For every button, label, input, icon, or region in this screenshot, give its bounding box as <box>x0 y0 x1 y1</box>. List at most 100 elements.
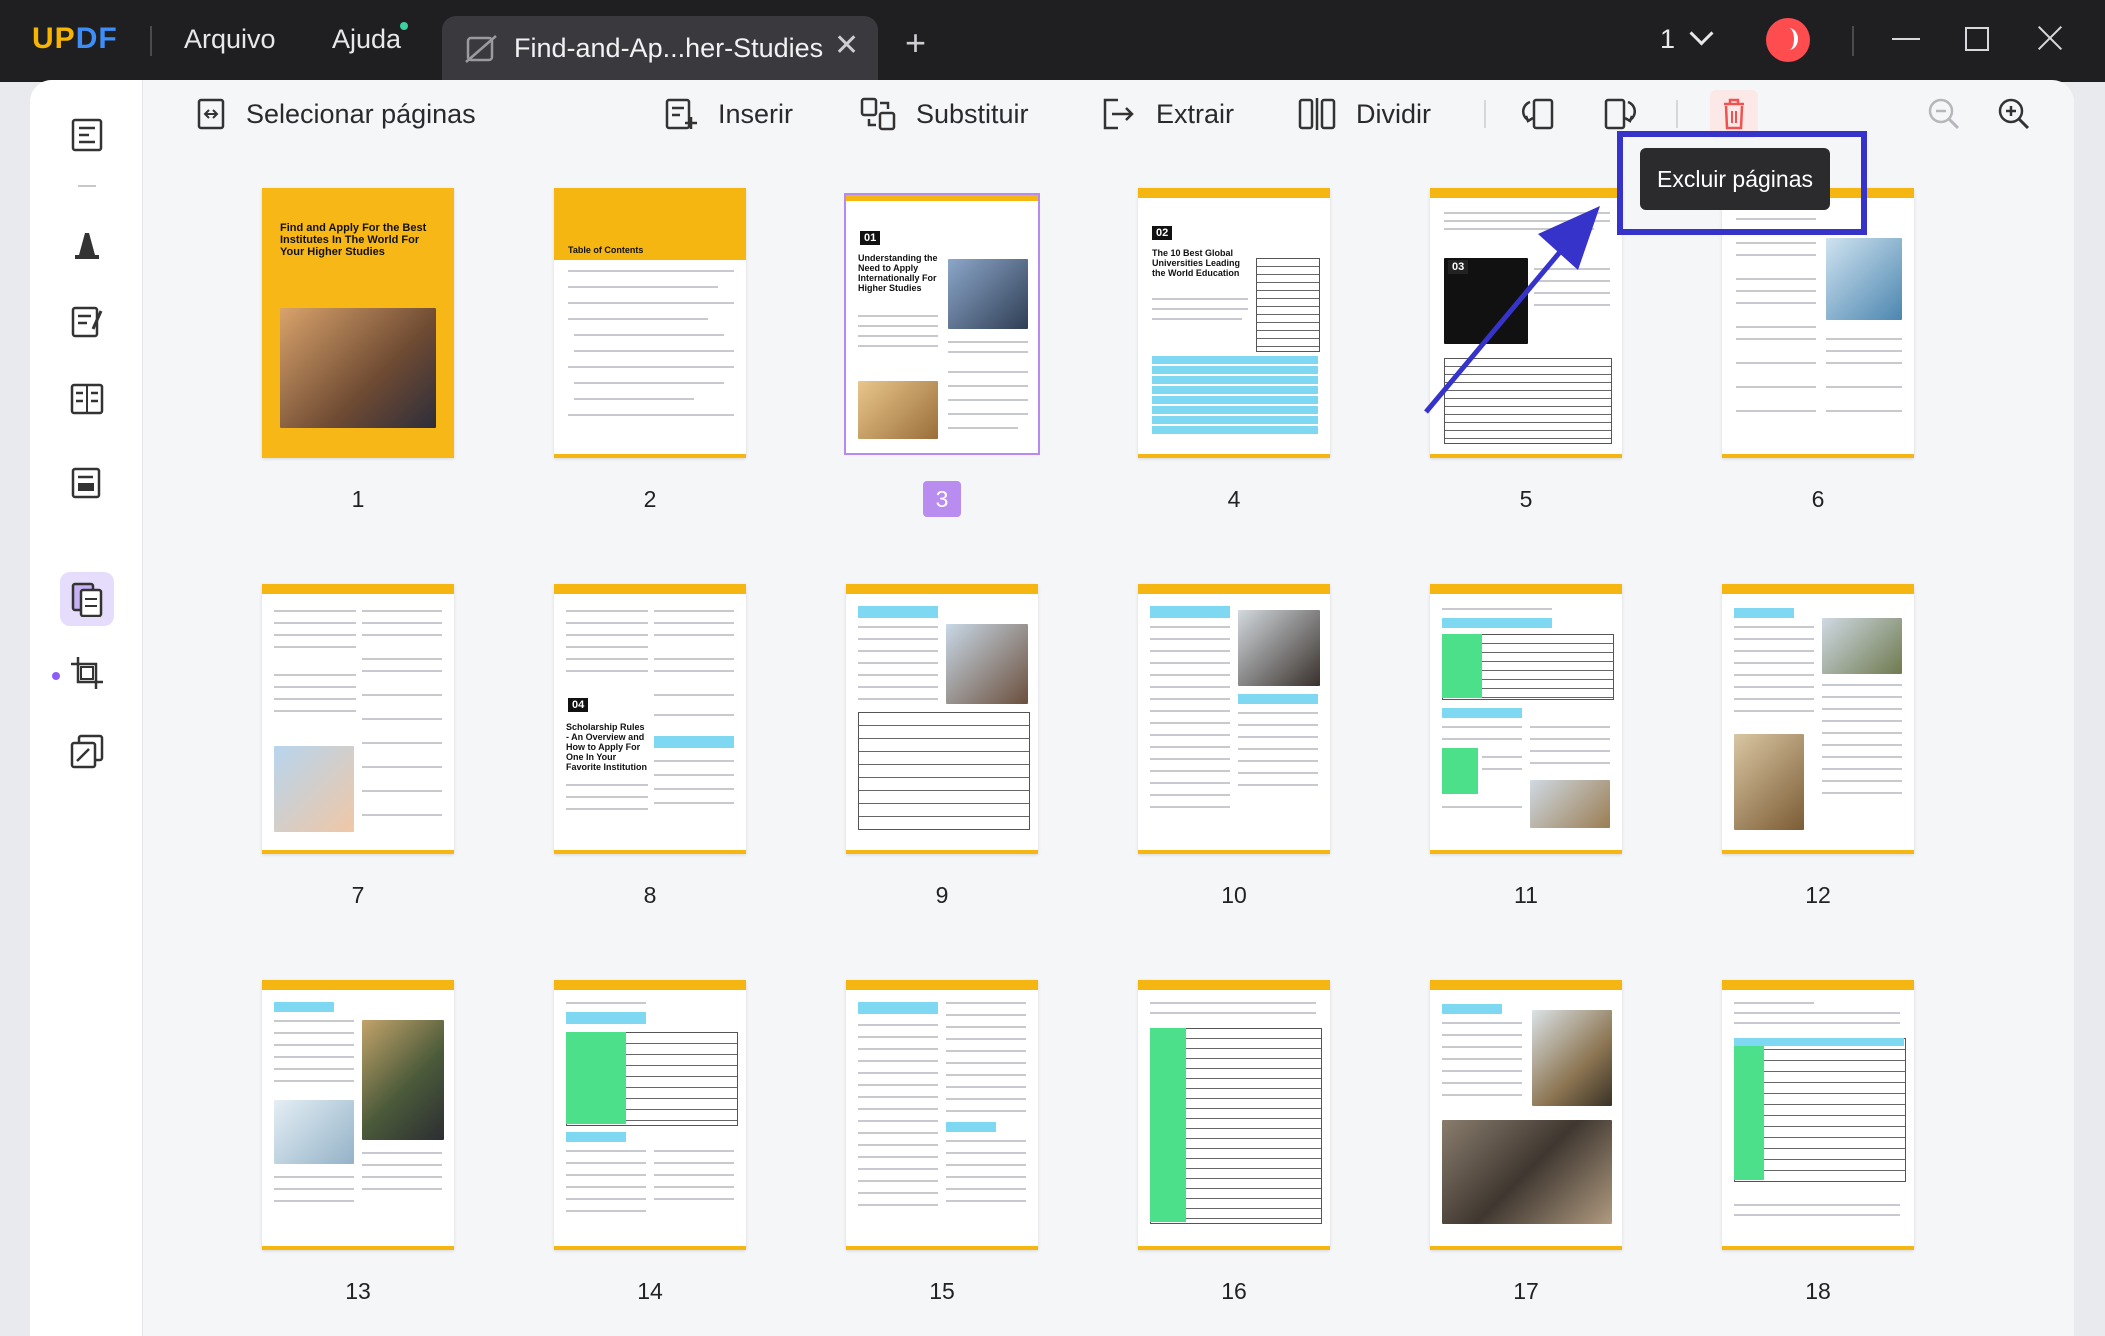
toolbar-divider <box>1676 100 1678 128</box>
page-photo <box>274 1100 354 1164</box>
insert-label: Inserir <box>718 98 794 129</box>
page-dropdown[interactable]: 1 <box>1660 21 1714 55</box>
replace-label: Substituir <box>916 98 1029 129</box>
extract-label: Extrair <box>1156 98 1235 129</box>
page-photo <box>1532 1010 1612 1106</box>
rotate-left-icon <box>1521 98 1554 130</box>
document-edit-icon <box>464 32 498 71</box>
page-number: 2 <box>643 486 657 512</box>
notification-dot <box>400 22 408 30</box>
insert-button[interactable]: Inserir <box>664 92 793 136</box>
page-title: The 10 Best Global Universities Leading … <box>1152 248 1241 278</box>
page-number: 8 <box>643 882 657 908</box>
page-number: 12 <box>1805 882 1831 908</box>
highlight-box <box>1617 131 1867 235</box>
page-thumbnail[interactable] <box>262 584 454 854</box>
page-number: 16 <box>1221 1278 1247 1304</box>
page-photo <box>948 259 1028 329</box>
page-number: 5 <box>1519 486 1533 512</box>
comment-icon[interactable] <box>60 216 114 270</box>
split-button[interactable]: Dividir <box>1298 92 1431 136</box>
form-icon[interactable] <box>60 372 114 426</box>
page-thumbnail[interactable]: Find and Apply For the Best Institutes I… <box>262 188 454 458</box>
page-photo <box>274 746 354 832</box>
page-thumbnail[interactable] <box>1430 980 1622 1250</box>
page-thumbnail[interactable] <box>1722 584 1914 854</box>
reader-icon[interactable] <box>60 108 114 162</box>
select-pages-label: Selecionar páginas <box>246 98 476 129</box>
sidebar-separator <box>78 185 96 187</box>
page-photo <box>946 624 1028 704</box>
page-thumbnail[interactable] <box>1138 980 1330 1250</box>
replace-icon <box>860 97 896 131</box>
page-thumbnail[interactable] <box>1138 584 1330 854</box>
extract-button[interactable]: Extrair <box>1100 92 1234 136</box>
page-title: Understanding the Need to Apply Internat… <box>858 253 938 293</box>
page-number: 18 <box>1805 1278 1831 1304</box>
page-title: Find and Apply For the Best Institutes I… <box>280 222 427 258</box>
page-photo <box>858 381 938 439</box>
page-title: Table of Contents <box>568 245 644 255</box>
page-thumbnail[interactable]: 04 Scholarship Rules - An Overview and H… <box>554 584 746 854</box>
page-table <box>1152 356 1318 436</box>
page-number: 17 <box>1513 1278 1539 1304</box>
page-thumbnail[interactable] <box>846 980 1038 1250</box>
chevron-down-icon <box>1689 21 1714 46</box>
page-photo <box>1238 610 1320 686</box>
split-label: Dividir <box>1356 98 1432 129</box>
maximize-button[interactable] <box>1956 18 1996 58</box>
rotate-left-button[interactable] <box>1516 90 1564 138</box>
minimize-button[interactable] <box>1886 18 1926 58</box>
select-pages-icon <box>197 98 225 130</box>
organize-pages-icon[interactable] <box>60 572 114 626</box>
chapter-number: 04 <box>568 698 589 712</box>
zoom-out-icon <box>1928 98 1960 130</box>
sign-icon[interactable] <box>60 456 114 510</box>
replace-button[interactable]: Substituir <box>860 92 1029 136</box>
active-indicator-dot <box>52 672 60 680</box>
zoom-out-button[interactable] <box>1920 90 1968 138</box>
page-thumbnail[interactable]: 02 The 10 Best Global Universities Leadi… <box>1138 188 1330 458</box>
zoom-in-icon <box>1998 98 2030 130</box>
page-number-selected: 3 <box>923 481 961 517</box>
page-photo <box>1826 238 1902 320</box>
page-photo <box>1822 618 1902 674</box>
page-table <box>858 712 1030 830</box>
page-thumbnail[interactable] <box>1430 584 1622 854</box>
menu-ajuda[interactable]: Ajuda <box>332 24 401 55</box>
title-bar: UPDF Arquivo Ajuda Find-and-Ap...her-Stu… <box>0 0 2105 82</box>
left-sidebar <box>30 80 143 1336</box>
highlight-box <box>654 736 734 748</box>
select-pages-button[interactable]: Selecionar páginas <box>196 92 476 136</box>
page-number: 14 <box>637 1278 663 1304</box>
crop-icon[interactable] <box>60 646 114 700</box>
page-thumbnail[interactable] <box>846 584 1038 854</box>
page-photo <box>1530 780 1610 828</box>
layers-icon[interactable] <box>60 724 114 778</box>
document-tab[interactable]: Find-and-Ap...her-Studies ✕ <box>442 16 878 82</box>
edit-icon[interactable] <box>60 294 114 348</box>
toolbar-divider <box>1484 100 1486 128</box>
new-tab-button[interactable]: + <box>905 22 926 64</box>
page-number: 4 <box>1227 486 1241 512</box>
menu-arquivo[interactable]: Arquivo <box>184 24 276 55</box>
page-photo <box>362 1020 444 1140</box>
annotation-arrow-icon <box>1424 206 1600 414</box>
insert-icon <box>665 98 697 130</box>
avatar[interactable] <box>1766 18 1810 62</box>
page-thumbnail[interactable]: Table of Contents <box>554 188 746 458</box>
page-number: 6 <box>1811 486 1825 512</box>
close-tab-icon[interactable]: ✕ <box>834 28 859 63</box>
extract-icon <box>1103 98 1134 130</box>
page-thumbnail[interactable] <box>1722 980 1914 1250</box>
tab-title: Find-and-Ap...her-Studies <box>514 33 824 63</box>
page-thumbnail[interactable] <box>554 980 746 1250</box>
divider <box>1852 26 1854 56</box>
page-indicator: 1 <box>1660 24 1676 54</box>
page-thumbnail-selected[interactable]: 01 Understanding the Need to Apply Inter… <box>844 193 1040 455</box>
zoom-in-button[interactable] <box>1990 90 2038 138</box>
page-thumbnail[interactable] <box>262 980 454 1250</box>
split-icon <box>1298 98 1336 130</box>
close-window-button[interactable] <box>2030 18 2070 58</box>
page-photo <box>1734 734 1804 830</box>
